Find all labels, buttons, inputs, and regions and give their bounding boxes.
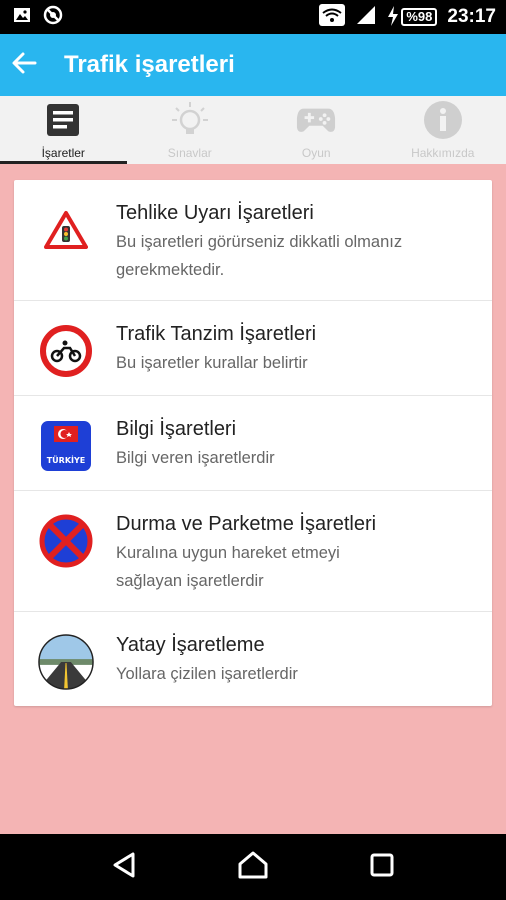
item-title: Tehlike Uyarı İşaretleri (116, 202, 314, 224)
warning-triangle-icon (38, 202, 94, 258)
tab-isaretler[interactable]: İşaretler (0, 96, 127, 164)
home-icon (237, 850, 269, 884)
road-icon (38, 634, 94, 690)
status-time: 23:17 (447, 6, 496, 27)
tab-label: Sınavlar (167, 146, 212, 160)
item-subtitle: Bilgi veren işaretlerdir (116, 449, 275, 467)
nav-recents-button[interactable] (360, 845, 404, 889)
list-item-bilgi[interactable]: TÜRKİYE Bilgi İşaretleri Bilgi veren işa… (14, 396, 492, 491)
item-title: Yatay İşaretleme (116, 634, 265, 656)
blocked-icon (42, 4, 64, 30)
tab-oyun[interactable]: Oyun (253, 96, 380, 164)
item-text: Bilgi İşaretleri Bilgi veren işaretlerdi… (116, 416, 275, 472)
item-title: Bilgi İşaretleri (116, 418, 237, 440)
tab-sinavlar[interactable]: Sınavlar (127, 96, 254, 164)
battery-percent: %98 (401, 8, 438, 26)
info-icon (423, 100, 463, 140)
content-area: Tehlike Uyarı İşaretleri Bu işaretleri g… (0, 164, 506, 834)
tab-bar: İşaretler Sınavlar Oyun Hakkımızda (0, 96, 506, 164)
item-text: Trafik Tanzim İşaretleri Bu işaretler ku… (116, 321, 316, 377)
tab-label: Hakkımızda (411, 146, 475, 160)
no-stopping-sign-icon (38, 513, 94, 569)
back-button[interactable] (10, 51, 38, 79)
page-title: Trafik işaretleri (64, 51, 235, 78)
tab-label: Oyun (301, 146, 331, 160)
back-triangle-icon (111, 851, 137, 883)
turkiye-sign-icon: TÜRKİYE (38, 418, 94, 474)
arrow-left-icon (11, 51, 37, 79)
signal-icon (355, 4, 377, 30)
list-item-durma-parketme[interactable]: Durma ve Parketme İşaretleri Kuralına uy… (14, 491, 492, 612)
app-bar: Trafik işaretleri (0, 34, 506, 96)
item-subtitle: Kuralına uygun hareket etmeyi sağlayan i… (116, 544, 340, 590)
tab-label: İşaretler (41, 146, 85, 160)
list-item-trafik-tanzim[interactable]: Trafik Tanzim İşaretleri Bu işaretler ku… (14, 301, 492, 396)
wifi-icon (319, 4, 346, 30)
tab-hakkimizda[interactable]: Hakkımızda (380, 96, 506, 164)
status-bar: %98 23:17 (0, 0, 506, 34)
item-text: Tehlike Uyarı İşaretleri Bu işaretleri g… (116, 200, 416, 284)
item-subtitle: Yollara çizilen işaretlerdir (116, 665, 298, 683)
item-text: Yatay İşaretleme Yollara çizilen işaretl… (116, 632, 298, 688)
status-left (12, 4, 64, 30)
svg-text:TÜRKİYE: TÜRKİYE (47, 455, 86, 465)
battery-indicator: %98 (387, 5, 438, 29)
charging-icon (387, 5, 399, 29)
item-title: Durma ve Parketme İşaretleri (116, 513, 377, 535)
category-list: Tehlike Uyarı İşaretleri Bu işaretleri g… (14, 180, 492, 706)
item-text: Durma ve Parketme İşaretleri Kuralına uy… (116, 511, 396, 595)
recents-square-icon (369, 852, 395, 882)
lightbulb-icon (170, 100, 210, 140)
no-motorcycle-sign-icon (38, 323, 94, 379)
document-icon (43, 100, 83, 140)
navigation-bar (0, 834, 506, 900)
nav-home-button[interactable] (231, 845, 275, 889)
status-right: %98 23:17 (319, 4, 496, 30)
nav-back-button[interactable] (102, 845, 146, 889)
item-subtitle: Bu işaretler kurallar belirtir (116, 354, 308, 372)
item-title: Trafik Tanzim İşaretleri (116, 323, 317, 345)
item-subtitle: Bu işaretleri görürseniz dikkatli olmanı… (116, 233, 403, 279)
image-icon (12, 5, 32, 29)
list-item-tehlike-uyari[interactable]: Tehlike Uyarı İşaretleri Bu işaretleri g… (14, 180, 492, 301)
gamepad-icon (296, 100, 336, 140)
list-item-yatay[interactable]: Yatay İşaretleme Yollara çizilen işaretl… (14, 612, 492, 706)
